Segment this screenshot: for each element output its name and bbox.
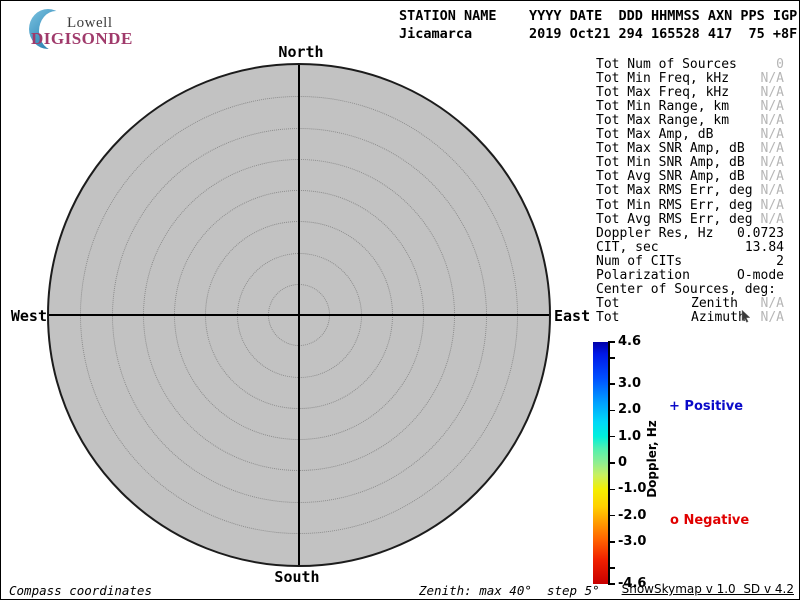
compass-label-west: West [9, 307, 47, 325]
stat-label: Tot [596, 311, 619, 325]
stat-value: N/A [761, 311, 784, 325]
stat-value: 2 [776, 255, 784, 269]
stat-row: Tot Azimuth N/A [596, 311, 784, 325]
stat-row: Tot Max Amp, dB N/A [596, 128, 784, 142]
stat-label: Num of CITs [596, 255, 682, 269]
stat-value: N/A [761, 72, 784, 86]
stat-label: Tot Avg RMS Err, deg [596, 213, 753, 227]
stat-row: Tot Num of Sources 0 [596, 58, 784, 72]
stat-value: 0 [776, 58, 784, 72]
colorbar-tick [608, 541, 615, 543]
stat-label: Center of Sources, deg: [596, 283, 776, 297]
stat-value: N/A [761, 170, 784, 184]
stat-value: N/A [761, 199, 784, 213]
stat-row: Center of Sources, deg: [596, 283, 784, 297]
stat-value: N/A [761, 114, 784, 128]
colorbar-tick-label: -1.0 [618, 481, 646, 497]
stat-label: Tot Num of Sources [596, 58, 737, 72]
stat-label: Tot Min RMS Err, deg [596, 199, 753, 213]
stat-value: N/A [761, 184, 784, 198]
stat-sublabel: Azimuth [691, 311, 746, 325]
station-header: STATION NAME YYYY DATE DDD HHMMSS AXN PP… [399, 7, 797, 43]
stat-row: Tot Max Range, km N/A [596, 114, 784, 128]
negative-legend-label: o Negative [670, 513, 749, 528]
stat-value: N/A [761, 297, 784, 311]
showskymap-window: Lowell DIGISONDE STATION NAME YYYY DATE … [0, 0, 800, 600]
stat-label: Tot Max Range, km [596, 114, 729, 128]
logo-digisonde-text: DIGISONDE [31, 29, 133, 49]
colorbar-tick [608, 567, 615, 569]
colorbar-tick [608, 410, 615, 412]
zenith-scale-note: Zenith: max 40° step 5° [419, 583, 600, 598]
stats-panel: Tot Num of Sources0Tot Min Freq, kHzN/AT… [596, 58, 784, 328]
stat-value: O-mode [737, 269, 784, 283]
lowell-digisonde-logo: Lowell DIGISONDE [27, 7, 157, 51]
stat-row: Tot Avg RMS Err, deg N/A [596, 213, 784, 227]
stat-value: N/A [761, 86, 784, 100]
stat-label: Tot Min Range, km [596, 100, 729, 114]
colorbar-tick-label: 1.0 [618, 429, 641, 445]
north-south-axis [298, 65, 300, 565]
stat-value: N/A [761, 213, 784, 227]
stat-row: Tot Min Freq, kHz N/A [596, 72, 784, 86]
stat-value: N/A [761, 100, 784, 114]
stat-row: Tot Max Freq, kHz N/A [596, 86, 784, 100]
skymap-plot [47, 63, 551, 567]
doppler-colorbar [593, 342, 608, 584]
stat-value: N/A [761, 142, 784, 156]
stat-label: Tot Max Amp, dB [596, 128, 713, 142]
stat-label: Tot [596, 297, 619, 311]
stat-row: Polarization O-mode [596, 269, 784, 283]
colorbar-tick [608, 583, 615, 585]
colorbar-tick [608, 489, 615, 491]
header-column-titles: STATION NAME YYYY DATE DDD HHMMSS AXN PP… [399, 8, 797, 24]
positive-legend-label: + Positive [669, 399, 743, 414]
stat-label: Tot Max Freq, kHz [596, 86, 729, 100]
stat-row: Tot Max SNR Amp, dB N/A [596, 142, 784, 156]
stat-sublabel: Zenith [691, 297, 738, 311]
stat-label: Tot Min Freq, kHz [596, 72, 729, 86]
stat-label: CIT, sec [596, 241, 659, 255]
stat-row: Tot Zenith N/A [596, 297, 784, 311]
mouse-cursor-icon [741, 310, 751, 323]
colorbar-tick [608, 515, 615, 517]
colorbar-tick [608, 357, 615, 359]
stat-value: 13.84 [745, 241, 784, 255]
stat-row: Tot Avg SNR Amp, dB N/A [596, 170, 784, 184]
stat-value: N/A [761, 128, 784, 142]
colorbar-title: Doppler, Hz [645, 409, 659, 509]
header-station-values: Jicamarca 2019 Oct21 294 165528 417 75 +… [399, 26, 797, 42]
stat-row: CIT, sec 13.84 [596, 241, 784, 255]
colorbar-tick [608, 436, 615, 438]
stat-label: Tot Min SNR Amp, dB [596, 156, 745, 170]
stat-row: Tot Max RMS Err, deg N/A [596, 184, 784, 198]
colorbar-tick [608, 383, 615, 385]
colorbar-tick-label: 0 [618, 455, 627, 471]
stat-row: Tot Min RMS Err, deg N/A [596, 199, 784, 213]
stat-label: Polarization [596, 269, 690, 283]
colorbar-tick-label: -3.0 [618, 534, 646, 550]
colorbar-tick [608, 462, 615, 464]
stat-row: Tot Min SNR Amp, dB N/A [596, 156, 784, 170]
colorbar-tick [608, 341, 615, 343]
colorbar-tick-label: -2.0 [618, 508, 646, 524]
stat-row: Tot Min Range, km N/A [596, 100, 784, 114]
stat-row: Num of CITs 2 [596, 255, 784, 269]
colorbar-tick-label: 3.0 [618, 376, 641, 392]
coordinates-note: Compass coordinates [9, 583, 152, 598]
colorbar-tick-label: 2.0 [618, 402, 641, 418]
compass-label-east: East [554, 307, 594, 325]
stat-label: Tot Max RMS Err, deg [596, 184, 753, 198]
compass-label-north: North [271, 43, 331, 61]
compass-label-south: South [267, 568, 327, 586]
stat-label: Tot Avg SNR Amp, dB [596, 170, 745, 184]
version-text: ShowSkymap v 1.0 SD v 4.2 [622, 582, 794, 596]
colorbar-tick-label: 4.6 [618, 334, 641, 350]
stat-label: Tot Max SNR Amp, dB [596, 142, 745, 156]
stat-value: N/A [761, 156, 784, 170]
stat-row: Doppler Res, Hz 0.0723 [596, 227, 784, 241]
stat-value: 0.0723 [737, 227, 784, 241]
stat-label: Doppler Res, Hz [596, 227, 713, 241]
